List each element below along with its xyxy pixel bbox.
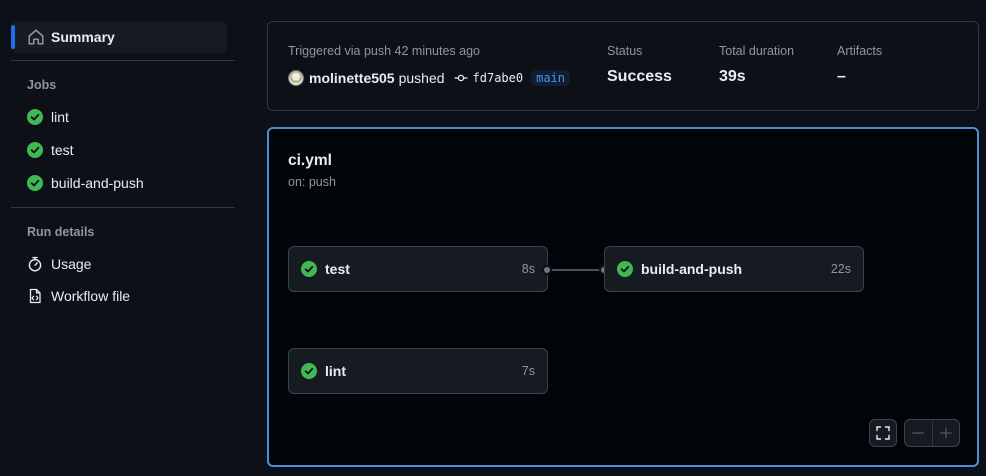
- commit-sha-link[interactable]: fd7abe0: [473, 71, 524, 85]
- duration-value: 39s: [719, 68, 746, 85]
- sidebar-item-build-and-push[interactable]: build-and-push: [11, 168, 227, 198]
- divider: [11, 207, 235, 208]
- sidebar-item-workflow-file[interactable]: Workflow file: [11, 281, 227, 311]
- job-name: build-and-push: [641, 261, 743, 277]
- status-label: Status: [607, 44, 643, 58]
- push-info: molinette505 pushed fd7abe0 main: [288, 69, 571, 87]
- sidebar-item-lint[interactable]: lint: [11, 102, 227, 132]
- check-circle-icon: [27, 109, 43, 125]
- actor-action: pushed: [398, 70, 445, 86]
- fullscreen-button[interactable]: [869, 419, 897, 447]
- git-commit-icon: [454, 74, 468, 82]
- connector-dot: [542, 265, 552, 275]
- job-node-lint[interactable]: lint 7s: [288, 348, 548, 394]
- run-summary-card: Triggered via push 42 minutes ago moline…: [267, 21, 979, 111]
- trigger-text: Triggered via push 42 minutes ago: [288, 44, 481, 58]
- plus-icon: [940, 427, 952, 439]
- file-code-icon: [29, 288, 41, 304]
- minus-icon: [912, 432, 924, 434]
- sidebar-item-label: Workflow file: [51, 288, 131, 304]
- actor-link[interactable]: molinette505: [309, 70, 395, 86]
- sidebar-item-summary[interactable]: Summary: [11, 21, 227, 53]
- sidebar-item-test[interactable]: test: [11, 135, 227, 165]
- job-name: test: [325, 261, 350, 277]
- check-circle-icon: [301, 261, 317, 277]
- branch-badge[interactable]: main: [531, 70, 571, 86]
- zoom-in-button[interactable]: [933, 420, 960, 446]
- jobs-section-title: Jobs: [27, 78, 57, 92]
- run-details-section-title: Run details: [27, 225, 95, 239]
- status-value: Success: [607, 68, 672, 85]
- home-icon: [28, 29, 44, 45]
- job-name: lint: [325, 363, 346, 379]
- job-duration: 22s: [830, 262, 851, 276]
- workflow-trigger: on: push: [288, 175, 336, 189]
- workflow-graph: ci.yml on: push test 8s build-and-push 2…: [267, 127, 979, 467]
- job-node-test[interactable]: test 8s: [288, 246, 548, 292]
- sidebar-item-label: lint: [51, 109, 69, 125]
- job-duration: 7s: [521, 364, 535, 378]
- zoom-controls: [904, 419, 960, 447]
- sidebar-item-usage[interactable]: Usage: [11, 249, 227, 279]
- artifacts-value: –: [837, 68, 846, 85]
- stopwatch-icon: [28, 256, 42, 272]
- check-circle-icon: [617, 261, 633, 277]
- active-indicator: [11, 25, 15, 49]
- sidebar-item-label: test: [51, 142, 74, 158]
- check-circle-icon: [301, 363, 317, 379]
- fullscreen-icon: [876, 426, 890, 440]
- sidebar-item-label: Usage: [51, 256, 92, 272]
- divider: [11, 60, 235, 61]
- sidebar-item-label: Summary: [51, 29, 115, 45]
- zoom-out-button[interactable]: [905, 420, 932, 446]
- avatar[interactable]: [288, 70, 304, 86]
- check-circle-icon: [27, 142, 43, 158]
- job-duration: 8s: [521, 262, 535, 276]
- check-circle-icon: [27, 175, 43, 191]
- artifacts-label: Artifacts: [837, 44, 883, 58]
- duration-label: Total duration: [719, 44, 795, 58]
- sidebar: Summary Jobs lint test build-and-push Ru…: [0, 0, 247, 476]
- workflow-file-name: ci.yml: [288, 152, 332, 169]
- job-connector: [548, 269, 606, 271]
- sidebar-item-label: build-and-push: [51, 175, 144, 191]
- job-node-build-and-push[interactable]: build-and-push 22s: [604, 246, 864, 292]
